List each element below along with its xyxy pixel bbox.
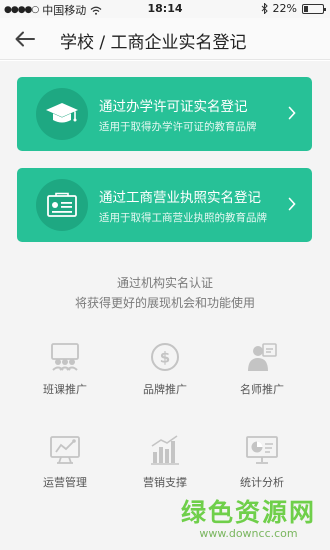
chevron-right-icon xyxy=(288,197,296,211)
feature-marketing-support[interactable]: 营销支撑 xyxy=(125,434,205,490)
feature-teacher-promotion[interactable]: 名师推广 xyxy=(222,341,302,397)
battery-percent: 22% xyxy=(272,2,297,15)
pie-chart-board-icon xyxy=(246,436,278,464)
watermark-url: www.downcc.com xyxy=(199,527,298,540)
card-icon-circle xyxy=(36,179,88,231)
info-text-line-1: 通过机构实名认证 xyxy=(116,276,213,290)
brand-dollar-icon: $ xyxy=(151,343,179,371)
nav-bar: 学校 / 工商企业实名登记 xyxy=(0,18,330,60)
graduation-cap-icon xyxy=(46,103,78,123)
teacher-icon xyxy=(248,343,277,371)
feature-label: 统计分析 xyxy=(240,476,284,489)
class-promotion-icon xyxy=(51,343,79,371)
chevron-right-icon xyxy=(288,106,296,120)
business-license-icon xyxy=(47,192,77,217)
feature-label: 营销支撑 xyxy=(143,476,187,489)
monitor-chart-icon xyxy=(50,436,80,464)
school-license-registration-card[interactable]: 通过办学许可证实名登记 适用于取得办学许可证的教育品牌 xyxy=(17,77,312,151)
card-subtitle: 适用于取得工商营业执照的教育品牌 xyxy=(99,212,267,224)
card-title: 通过办学许可证实名登记 xyxy=(99,99,248,115)
bar-chart-icon xyxy=(151,435,179,465)
feature-label: 班课推广 xyxy=(43,383,87,396)
back-button[interactable] xyxy=(12,26,38,52)
feature-label: 运营管理 xyxy=(43,476,87,489)
status-bar: ●●●●○ 中国移动 18:14 22% xyxy=(0,0,330,18)
card-title: 通过工商营业执照实名登记 xyxy=(99,190,261,206)
feature-class-promotion[interactable]: 班课推广 xyxy=(25,341,105,397)
watermark: 绿色资源网 www.downcc.com xyxy=(181,493,316,540)
feature-label: 品牌推广 xyxy=(143,383,187,396)
main-content: 通过办学许可证实名登记 适用于取得办学许可证的教育品牌 通过工商营业执照实名登记… xyxy=(0,61,330,550)
feature-label: 名师推广 xyxy=(240,383,284,396)
status-right: 22% xyxy=(261,2,326,15)
battery-icon xyxy=(302,3,326,14)
feature-statistical-analysis[interactable]: 统计分析 xyxy=(222,434,302,490)
card-subtitle: 适用于取得办学许可证的教育品牌 xyxy=(99,121,257,133)
info-text-line-2: 将获得更好的展现机会和功能使用 xyxy=(74,296,255,310)
feature-brand-promotion[interactable]: $ 品牌推广 xyxy=(125,341,205,397)
battery-level xyxy=(304,5,308,12)
business-license-registration-card[interactable]: 通过工商营业执照实名登记 适用于取得工商营业执照的教育品牌 xyxy=(17,168,312,242)
watermark-title: 绿色资源网 xyxy=(180,498,316,527)
card-icon-circle xyxy=(36,88,88,140)
bluetooth-icon xyxy=(261,3,268,14)
feature-operations-management[interactable]: 运营管理 xyxy=(25,434,105,490)
arrow-left-icon xyxy=(15,31,35,47)
page-title: 学校 / 工商企业实名登记 xyxy=(60,33,247,53)
svg-text:$: $ xyxy=(160,349,170,367)
